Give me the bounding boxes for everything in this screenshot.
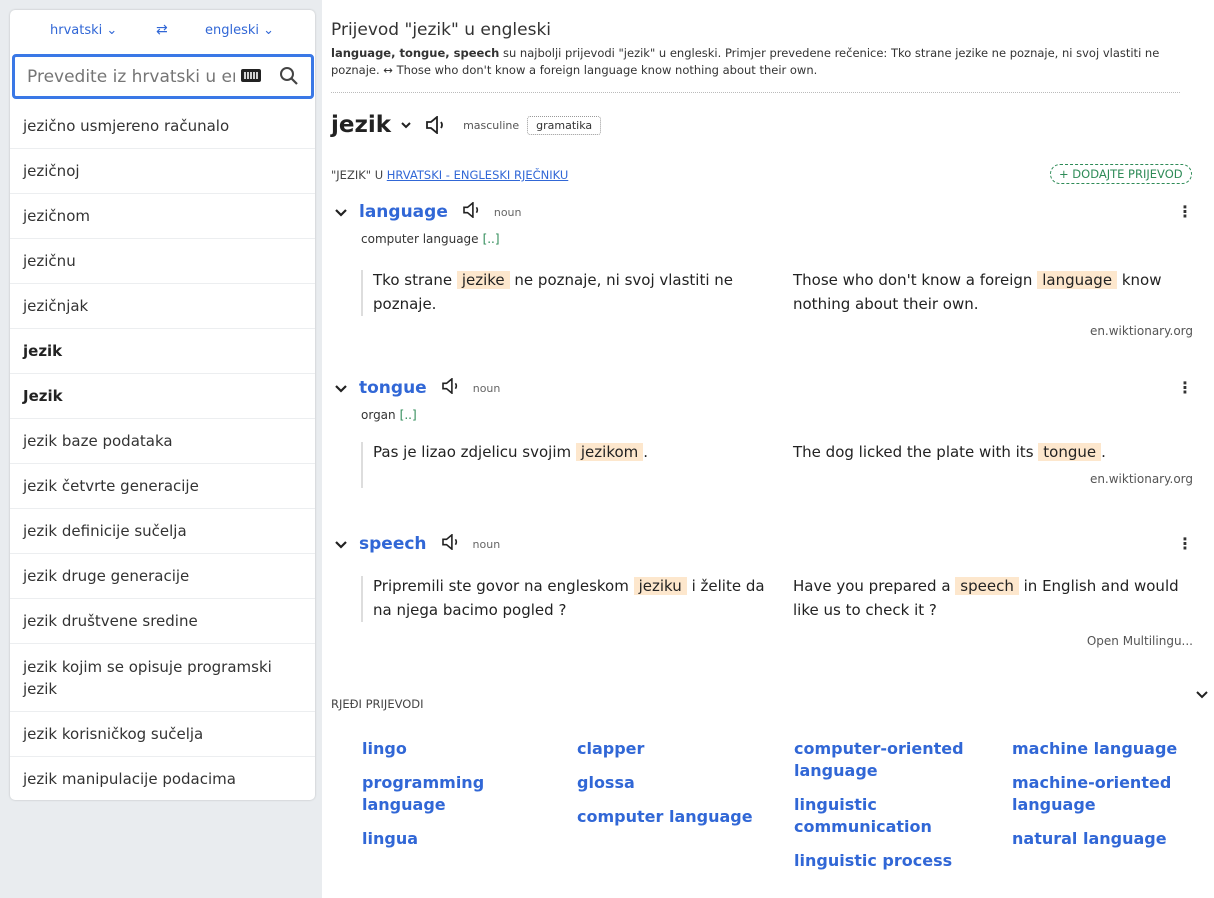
example-sentence: Pripremili ste govor na engleskom jeziku… [361,574,1214,624]
rare-translation-link[interactable]: linguistic communication [794,794,969,838]
example-bar [361,576,363,622]
example-source: Pripremili ste govor na engleskom jeziku… [373,577,765,619]
translation-entry: speech noun ⋮ Pripremili ste govor na engle… [331,532,1203,692]
rare-translation-column: clapper glossa computer language [577,738,767,840]
page-description: language, tongue, speech su najbolji pri… [331,46,1160,77]
chevron-down-icon[interactable] [401,120,411,130]
grammar-button[interactable]: gramatika [527,115,602,135]
sidebar: hrvatski ⌄ ⇄ engleski ⌄ jezično usmjeren… [10,10,315,800]
translation-word[interactable]: speech [359,534,427,554]
example-reference[interactable]: en.wiktionary.org [1090,472,1193,486]
rare-translation-column: computer-oriented language linguistic com… [794,738,969,884]
rare-translations-label: RJEĐI PRIJEVODI [331,697,424,711]
target-language-select[interactable]: engleski ⌄ [205,23,274,38]
keyboard-icon[interactable] [241,69,261,82]
dictionary-link[interactable]: HRVATSKI - ENGLESKI RJEČNIKU [387,168,569,182]
speaker-icon[interactable] [441,533,461,554]
rare-translation-link[interactable]: lingo [362,738,537,760]
example-sentence: Pas je lizao zdjelicu svojim jezikom. The… [361,440,1214,490]
headword: jezik [331,112,392,138]
sidebar-item[interactable]: jezik druge generacije [10,553,315,598]
translation-entry: language noun ⋮ computer language [..] Tko st… [331,200,1203,360]
divider [331,92,1180,93]
example-bar [361,270,363,316]
part-of-speech: noun [472,537,501,551]
rare-translation-link[interactable]: programming language [362,772,537,816]
sidebar-item[interactable]: jezik društvene sredine [10,598,315,643]
sidebar-item[interactable]: jezik baze podataka [10,418,315,463]
sidebar-item[interactable]: jezično usmjereno računalo [10,103,315,148]
example-source: Pas je lizao zdjelicu svojim jezikom. [373,443,649,461]
chevron-down-icon[interactable] [1195,688,1209,702]
chevron-down-icon[interactable] [335,382,347,394]
rare-translation-column: lingo programming language lingua [362,738,537,862]
sidebar-item[interactable]: jezičnoj [10,148,315,193]
more-link[interactable]: [..] [483,232,500,246]
rare-translation-link[interactable]: glossa [577,772,767,794]
example-reference[interactable]: Open Multilingu... [1087,634,1193,648]
speaker-icon[interactable] [462,201,482,222]
more-options-icon[interactable]: ⋮ [1177,534,1193,553]
example-reference[interactable]: en.wiktionary.org [1090,324,1193,338]
more-options-icon[interactable]: ⋮ [1177,378,1193,397]
headword-row: jezik masculine gramatika [331,112,602,138]
sidebar-item[interactable]: Jezik [10,373,315,418]
rare-translation-link[interactable]: clapper [577,738,767,760]
translation-word[interactable]: tongue [359,378,427,398]
search-input[interactable] [15,66,235,87]
swap-languages-icon[interactable]: ⇄ [156,22,168,38]
dictionary-label: "JEZIK" U HRVATSKI - ENGLESKI RJEČNIKU [331,168,569,182]
sidebar-item[interactable]: jezik četvrte generacije [10,463,315,508]
example-target: Have you prepared a speech in English an… [793,577,1179,619]
suggestion-list: jezično usmjereno računalo jezičnoj jezičn… [10,103,315,800]
rare-translation-link[interactable]: natural language [1012,828,1187,850]
sidebar-item[interactable]: jezičnu [10,238,315,283]
translation-header: language noun ⋮ [331,200,1203,224]
translation-meaning: organ [..] [361,408,417,422]
chevron-down-icon[interactable] [335,206,347,218]
rare-translation-link[interactable]: computer language [577,806,767,828]
example-target: Those who don't know a foreign language … [793,271,1162,313]
translation-meaning: computer language [..] [361,232,500,246]
main-content: Prijevod "jezik" u engleski language, to… [331,0,1211,898]
search-box [12,54,314,99]
page-title: Prijevod "jezik" u engleski [331,20,552,40]
search-icon[interactable] [277,64,301,88]
translation-header: tongue noun ⋮ [331,376,1203,400]
part-of-speech: noun [493,205,522,219]
rare-translation-column: machine language machine-oriented languag… [1012,738,1187,862]
example-source: Tko strane jezike ne poznaje, ni svoj vl… [373,271,734,313]
translation-header: speech noun ⋮ [331,532,1203,556]
example-target: The dog licked the plate with its tongue… [793,443,1106,461]
sidebar-item[interactable]: jezik korisničkog sučelja [10,711,315,756]
source-language-select[interactable]: hrvatski ⌄ [50,23,117,38]
translation-word[interactable]: language [359,202,448,222]
sidebar-item[interactable]: jezik kojim se opisuje programski jezik [10,643,315,711]
sidebar-item[interactable]: jezik [10,328,315,373]
part-of-speech: noun [472,381,501,395]
add-translation-button[interactable]: + DODAJTE PRIJEVOD [1050,164,1192,184]
speaker-icon[interactable] [425,116,447,134]
rare-translation-link[interactable]: machine language [1012,738,1187,760]
rare-translation-link[interactable]: computer-oriented language [794,738,969,782]
rare-translation-link[interactable]: lingua [362,828,537,850]
more-link[interactable]: [..] [400,408,417,422]
rare-translation-link[interactable]: machine-oriented language [1012,772,1187,816]
rare-translation-link[interactable]: linguistic process [794,850,969,872]
example-bar [361,442,363,488]
example-sentence: Tko strane jezike ne poznaje, ni svoj vl… [361,268,1214,318]
sidebar-item[interactable]: jezik definicije sučelja [10,508,315,553]
sidebar-item[interactable]: jezičnjak [10,283,315,328]
gender-label: masculine [463,118,520,132]
translation-entry: tongue noun ⋮ organ [..] Pas je lizao zdjelic… [331,376,1203,536]
sidebar-item[interactable]: jezik manipulacije podacima [10,756,315,800]
chevron-down-icon[interactable] [335,538,347,550]
language-selector-row: hrvatski ⌄ ⇄ engleski ⌄ [10,10,315,52]
speaker-icon[interactable] [441,377,461,398]
more-options-icon[interactable]: ⋮ [1177,202,1193,221]
sidebar-item[interactable]: jezičnom [10,193,315,238]
